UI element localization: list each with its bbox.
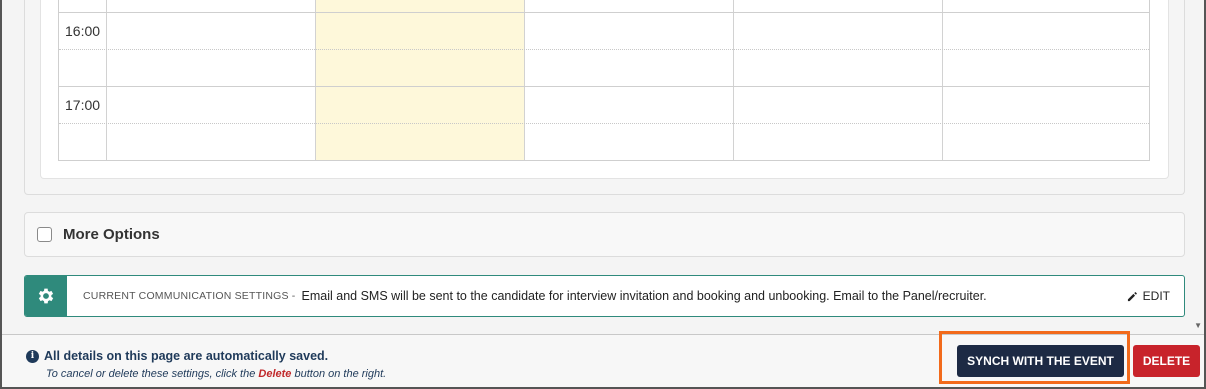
more-options-checkbox[interactable] (37, 227, 52, 242)
autosave-text: All details on this page are automatical… (44, 349, 329, 363)
delete-button[interactable]: DELETE (1133, 345, 1200, 377)
day-column-today[interactable] (316, 0, 525, 160)
info-icon: i (26, 349, 39, 363)
page-frame: 16:00 17:00 More Options CURRENT COMMUNI… (0, 0, 1206, 389)
half-hour-divider (59, 123, 1149, 124)
time-label-1700: 17:00 (65, 97, 101, 113)
hour-divider (59, 86, 1149, 87)
cancel-suffix: button on the right. (294, 368, 387, 380)
half-hour-divider (59, 49, 1149, 50)
scroll-down-arrow-icon[interactable]: ▼ (1194, 321, 1202, 330)
calendar-grid: 16:00 17:00 (58, 0, 1150, 161)
pencil-icon (1127, 291, 1137, 301)
day-column[interactable] (943, 0, 1150, 160)
edit-communication-button[interactable]: EDIT (1127, 289, 1170, 303)
day-column[interactable] (525, 0, 734, 160)
hour-divider (59, 12, 1149, 13)
cancel-prefix: To cancel or delete these settings, clic… (46, 368, 256, 380)
communication-settings-text: Email and SMS will be sent to the candid… (301, 289, 987, 303)
day-column[interactable] (734, 0, 943, 160)
time-label-1600: 16:00 (65, 23, 101, 39)
synch-with-event-button[interactable]: SYNCH WITH THE EVENT (957, 345, 1124, 377)
edit-label: EDIT (1142, 289, 1170, 303)
cancel-instructions: To cancel or delete these settings, clic… (46, 368, 386, 380)
cancel-keyword: Delete (258, 368, 292, 380)
autosave-notice: i All details on this page are automatic… (26, 349, 328, 363)
day-column[interactable] (107, 0, 316, 160)
gear-icon (25, 276, 67, 316)
communication-settings-title: CURRENT COMMUNICATION SETTINGS - (83, 290, 296, 302)
communication-settings-bar: CURRENT COMMUNICATION SETTINGS - Email a… (24, 275, 1185, 317)
more-options-section[interactable]: More Options (24, 212, 1185, 257)
more-options-label: More Options (63, 226, 160, 243)
